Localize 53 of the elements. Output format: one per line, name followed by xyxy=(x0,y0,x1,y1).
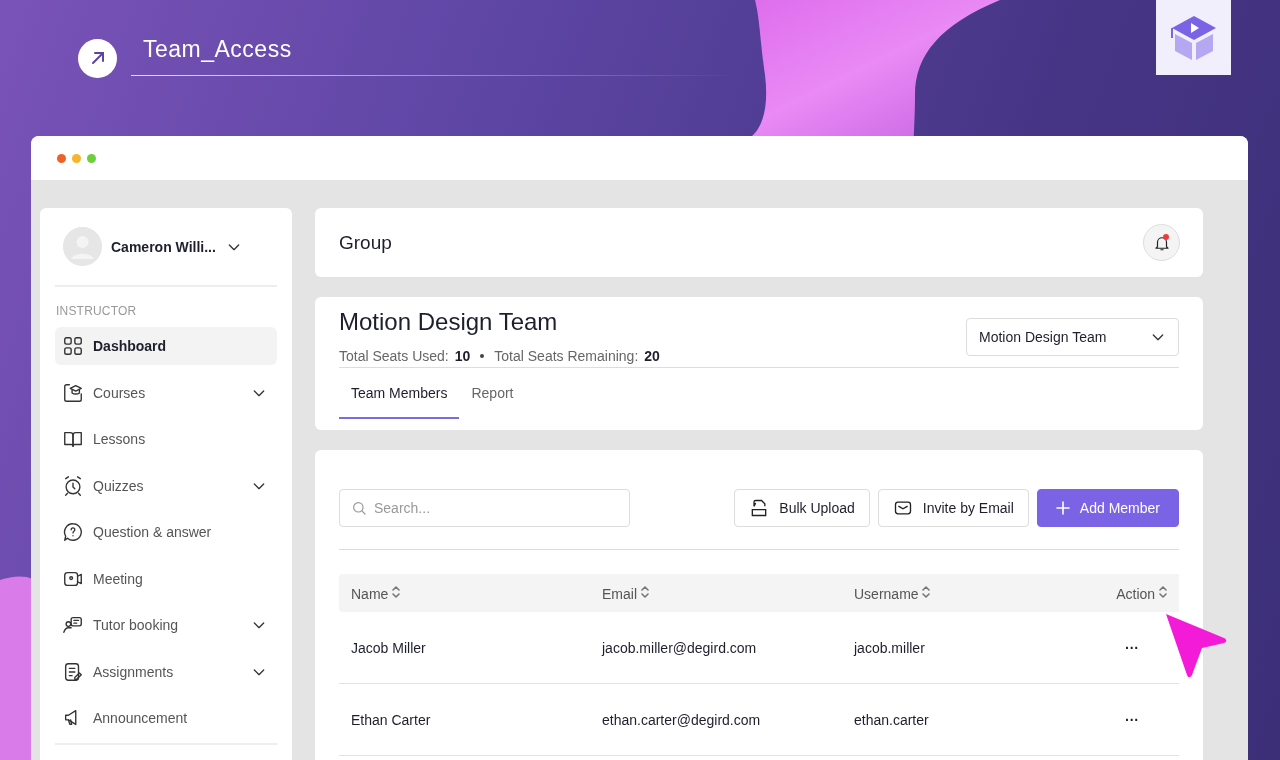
sidebar-item[interactable]: Dashboard xyxy=(55,327,277,365)
menu-icon xyxy=(62,521,84,543)
sidebar-item[interactable]: Assignments xyxy=(55,652,277,691)
sort-icon[interactable] xyxy=(392,584,401,599)
menu-icon xyxy=(62,614,84,636)
logo-icon xyxy=(1156,0,1231,75)
sort-icon[interactable] xyxy=(922,584,931,599)
stat-label: Total Seats Remaining: xyxy=(494,348,639,364)
maximize-dot-icon xyxy=(87,153,96,163)
sidebar-item[interactable]: Meeting xyxy=(55,559,277,598)
section-title: Group xyxy=(339,231,392,254)
sidebar-item[interactable]: Lessons xyxy=(55,420,277,458)
table-cell: jacob.miller xyxy=(842,612,1036,684)
team-select[interactable]: Motion Design Team xyxy=(966,318,1179,356)
menu-icon xyxy=(62,474,84,497)
table-cell: ethan.carter@degird.com xyxy=(590,683,842,756)
sidebar-item[interactable]: Quizzes xyxy=(55,466,277,505)
close-dot-icon xyxy=(57,153,66,163)
notification-button[interactable] xyxy=(1143,224,1180,261)
menu-icon xyxy=(62,660,84,683)
plus-icon xyxy=(1055,501,1070,515)
more-button[interactable]: ··· xyxy=(1125,711,1139,728)
menu-icon xyxy=(62,381,84,404)
stat-label: Total Seats Used: xyxy=(339,348,449,364)
column-header[interactable]: Action xyxy=(1035,574,1179,612)
sort-icon[interactable] xyxy=(640,584,649,599)
column-header[interactable]: Email xyxy=(590,574,842,612)
sidebar-item[interactable]: Courses xyxy=(55,373,277,412)
sidebar-item[interactable]: Question & answer xyxy=(55,513,277,551)
sidebar-item[interactable]: Tutor booking xyxy=(55,606,277,644)
sidebar-item[interactable]: Announcement xyxy=(55,699,277,737)
stat-value: 20 xyxy=(644,348,660,364)
search-field[interactable]: Search... xyxy=(339,489,630,527)
tab[interactable]: Report xyxy=(459,368,526,419)
menu-icon xyxy=(62,335,84,357)
table-cell: Ethan Carter xyxy=(339,683,590,756)
action-button[interactable]: Bulk Upload xyxy=(734,489,870,527)
minimize-dot-icon xyxy=(72,153,81,163)
tab[interactable]: Team Members xyxy=(339,368,460,419)
table-cell: Jacob Miller xyxy=(339,612,590,684)
user-name[interactable]: Cameron Willi... xyxy=(111,238,217,255)
sort-icon[interactable] xyxy=(1159,584,1167,599)
column-header[interactable]: Username xyxy=(842,574,1036,612)
more-button[interactable]: ··· xyxy=(1125,639,1139,656)
table-cell: jacob.miller@degird.com xyxy=(590,612,842,684)
add-button[interactable]: Add Member xyxy=(1036,489,1179,527)
column-header[interactable]: Name xyxy=(339,574,590,612)
action-button[interactable]: Invite by Email xyxy=(877,489,1029,527)
team-title: Motion Design Team xyxy=(339,308,559,336)
page-title: Team_Access xyxy=(142,36,293,63)
stat-value: 10 xyxy=(454,348,471,364)
table-cell: ethan.carter xyxy=(842,683,1036,756)
section-label: INSTRUCTOR xyxy=(56,304,138,318)
